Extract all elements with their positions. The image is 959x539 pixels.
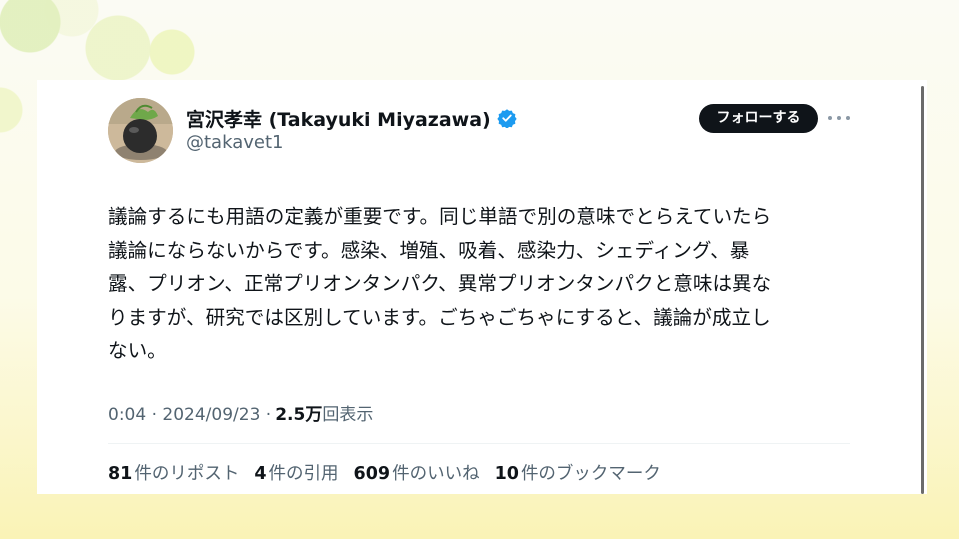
stat-count: 4 [254, 464, 267, 484]
tweet-text-line: 露、プリオン、正常プリオンタンパク、異常プリオンタンパクと意味は異な [108, 272, 772, 296]
stat-quotes[interactable]: 4 件の引用 [254, 460, 338, 485]
stat-label: 件のいいね [392, 464, 480, 484]
more-horizontal-icon[interactable] [828, 108, 850, 128]
stat-count: 609 [353, 464, 391, 484]
stat-likes[interactable]: 609 件のいいね [354, 460, 480, 485]
tweet-text-line: ない。 [108, 339, 167, 363]
more-dot [846, 116, 850, 120]
stat-label: 件の引用 [268, 464, 339, 484]
author-handle[interactable]: @takavet1 [186, 132, 283, 153]
follow-button[interactable]: フォローする [699, 104, 818, 133]
author-name-row: 宮沢孝幸 (Takayuki Miyazawa) [186, 105, 517, 131]
avatar[interactable] [108, 98, 173, 163]
stat-bookmarks[interactable]: 10 件のブックマーク [495, 460, 661, 485]
tweet-date[interactable]: 2024/09/23 [162, 405, 260, 425]
tweet-text-line: 議論にならないからです。感染、増殖、吸着、感染力、シェディング、暴 [108, 238, 750, 262]
views-count: 2.5万 [275, 405, 323, 425]
scrollbar[interactable] [921, 86, 924, 494]
meta-separator: · [260, 405, 272, 425]
tweet-text-line: 議論するにも用語の定義が重要です。同じ単語で別の意味でとらえていたら [108, 205, 772, 228]
more-dot [828, 116, 832, 120]
stat-label: 件のブックマーク [520, 464, 661, 484]
verified-badge-icon[interactable] [497, 108, 517, 129]
engagement-stats: 81 件のリポスト 4 件の引用 609 件のいいね 10 件のブックマーク [108, 460, 676, 485]
tweet-text-line: りますが、研究では区別しています。ごちゃごちゃにすると、議論が成立し [108, 305, 771, 329]
stat-count: 81 [108, 464, 133, 484]
more-dot [837, 116, 841, 120]
author-display-name[interactable]: 宮沢孝幸 (Takayuki Miyazawa) [186, 105, 491, 132]
divider [108, 443, 850, 444]
tweet-meta: 0:04 · 2024/09/23 · 2.5万 回表示 [108, 400, 373, 425]
meta-separator: · [146, 405, 163, 425]
tweet-text: 議論するにも用語の定義が重要です。同じ単語で別の意味でとらえていたら 議論になら… [108, 200, 853, 368]
tweet-time[interactable]: 0:04 [108, 405, 146, 425]
views-label: 回表示 [322, 405, 374, 425]
stat-count: 10 [494, 464, 519, 484]
stat-reposts[interactable]: 81 件のリポスト [108, 460, 239, 485]
stat-label: 件のリポスト [134, 464, 240, 484]
